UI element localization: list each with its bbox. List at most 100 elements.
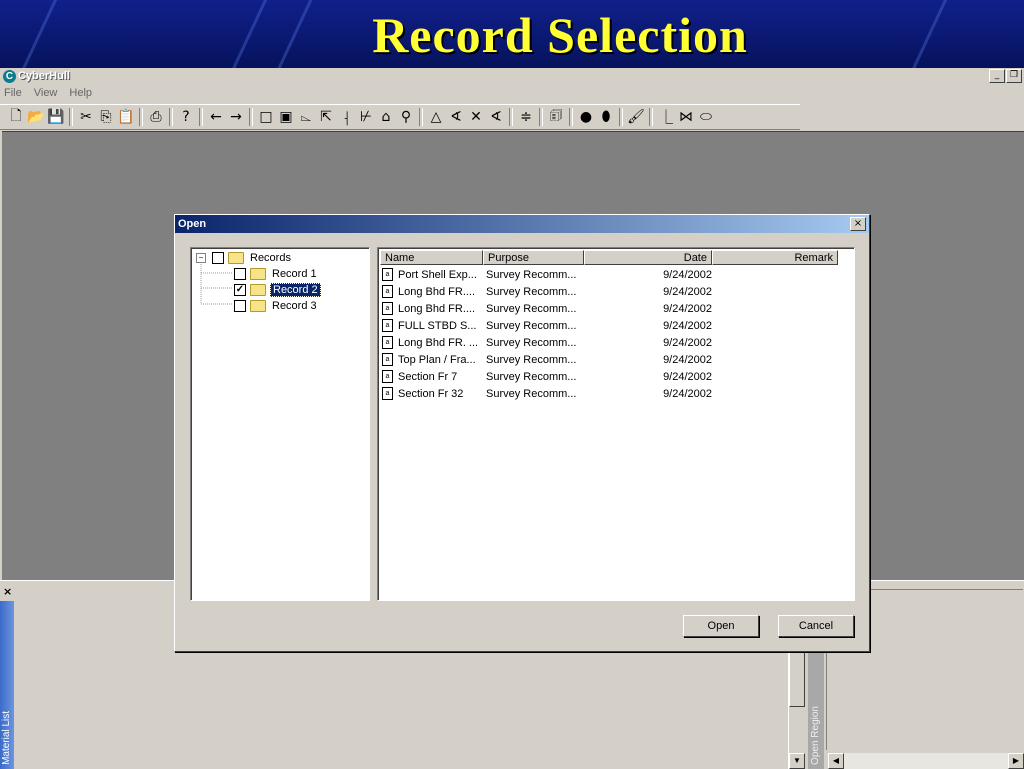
tree-item-checkbox[interactable] bbox=[234, 299, 246, 312]
dialog-titlebar: Open × bbox=[175, 215, 869, 233]
weld-icon[interactable]: ⚲ bbox=[396, 107, 416, 127]
tree-item[interactable]: Record 1 bbox=[234, 266, 319, 281]
cell-date: 9/24/2002 bbox=[663, 268, 712, 281]
tree-root-checkbox[interactable] bbox=[212, 251, 224, 264]
folder-icon bbox=[228, 251, 244, 264]
app-logo-icon: C bbox=[3, 69, 16, 83]
save-icon[interactable]: 💾 bbox=[46, 107, 66, 127]
cell-name: Top Plan / Fra... bbox=[398, 353, 476, 366]
list-row[interactable]: a Top Plan / Fra... Survey Recomm... 9/24/2… bbox=[382, 351, 712, 368]
menu-file[interactable]: File bbox=[4, 87, 22, 99]
brush-icon[interactable]: 🖌 bbox=[626, 107, 646, 127]
open-button[interactable]: Open bbox=[683, 615, 759, 637]
dot-icon[interactable]: ● bbox=[576, 107, 596, 127]
records-list: Name Purpose Date Remark a Port Shell Exp… bbox=[377, 247, 855, 601]
rectangle-icon[interactable]: □ bbox=[256, 107, 276, 127]
list-row[interactable]: a Section Fr 7 Survey Recomm... 9/24/2002 bbox=[382, 368, 712, 385]
cell-name: Section Fr 7 bbox=[398, 370, 458, 383]
folder-icon bbox=[250, 299, 266, 312]
list-row[interactable]: a Port Shell Exp... Survey Recomm... 9/24/2… bbox=[382, 266, 712, 283]
cell-date: 9/24/2002 bbox=[663, 302, 712, 315]
marker-icon[interactable]: ⸡ bbox=[336, 107, 356, 127]
cell-name: Long Bhd FR.... bbox=[398, 302, 476, 315]
scroll-down-icon[interactable]: ▼ bbox=[789, 753, 805, 769]
material-list-tab[interactable]: Material List bbox=[0, 601, 14, 769]
tree-item-checkbox[interactable] bbox=[234, 267, 246, 280]
tree-root-label: Records bbox=[250, 251, 291, 264]
list-row[interactable]: a Long Bhd FR. ... Survey Recomm... 9/24/20… bbox=[382, 334, 712, 351]
horizontal-scrollbar[interactable]: ◀ ▶ bbox=[828, 753, 1024, 769]
new-file-icon[interactable]: 🗋 bbox=[6, 107, 26, 127]
list-row[interactable]: a Long Bhd FR.... Survey Recomm... 9/24/200… bbox=[382, 283, 712, 300]
toolbar-separator bbox=[199, 108, 203, 126]
pointer-icon[interactable]: ⇱ bbox=[316, 107, 336, 127]
cancel-button[interactable]: Cancel bbox=[778, 615, 854, 637]
scroll-track[interactable] bbox=[844, 753, 1008, 769]
bullet-icon[interactable]: ⬮ bbox=[596, 107, 616, 127]
copy-icon[interactable]: ⎘ bbox=[96, 107, 116, 127]
list-row[interactable]: a Section Fr 32 Survey Recomm... 9/24/2002 bbox=[382, 385, 712, 402]
slide-background: Record Selection bbox=[0, 0, 1024, 68]
cell-purpose: Survey Recomm... bbox=[486, 353, 577, 366]
list-row[interactable]: a FULL STBD S... Survey Recomm... 9/24/2002 bbox=[382, 317, 712, 334]
document-icon: a bbox=[382, 285, 393, 298]
arrow-right-icon[interactable]: → bbox=[226, 107, 246, 127]
cell-date: 9/24/2002 bbox=[663, 387, 712, 400]
tree-item-label: Record 2 bbox=[270, 282, 321, 297]
tree-root[interactable]: − Records bbox=[196, 250, 293, 265]
paste-icon[interactable]: 📋 bbox=[116, 107, 136, 127]
column-header-name[interactable]: Name bbox=[380, 250, 483, 265]
scroll-right-icon[interactable]: ▶ bbox=[1008, 753, 1024, 769]
open-folder-icon[interactable]: 📂 bbox=[26, 107, 46, 127]
scroll-left-icon[interactable]: ◀ bbox=[828, 753, 844, 769]
ellipse-icon[interactable]: ⬭ bbox=[696, 107, 716, 127]
print-icon[interactable]: ⎙ bbox=[146, 107, 166, 127]
angle2-icon[interactable]: ∢ bbox=[486, 107, 506, 127]
tree-item[interactable]: ✓ Record 2 bbox=[234, 282, 321, 297]
tree-item[interactable]: Record 3 bbox=[234, 298, 319, 313]
toolbar-separator bbox=[539, 108, 543, 126]
open-region-tab[interactable]: Open Region bbox=[808, 653, 824, 769]
step-icon[interactable]: ⎿ bbox=[656, 107, 676, 127]
align-icon[interactable]: ≑ bbox=[516, 107, 536, 127]
cell-date: 9/24/2002 bbox=[663, 353, 712, 366]
minimize-button[interactable]: _ bbox=[989, 69, 1005, 83]
document-icon: a bbox=[382, 268, 393, 281]
help-icon[interactable]: ? bbox=[176, 107, 196, 127]
column-header-remark[interactable]: Remark bbox=[712, 250, 838, 265]
join-icon[interactable]: ⋈ bbox=[676, 107, 696, 127]
cell-name: Section Fr 32 bbox=[398, 387, 464, 400]
dialog-close-button[interactable]: × bbox=[850, 217, 866, 231]
tree-item-checkbox[interactable]: ✓ bbox=[234, 283, 246, 296]
document-icon: a bbox=[382, 353, 393, 366]
note-icon[interactable]: 🗊 bbox=[546, 107, 566, 127]
records-tree: − Records Record 1 ✓ Record 2 Record 3 bbox=[190, 247, 370, 601]
list-header: Name Purpose Date Remark bbox=[380, 250, 838, 266]
restore-button[interactable]: ❐ bbox=[1006, 69, 1022, 83]
callout-icon[interactable]: ⌳ bbox=[296, 107, 316, 127]
cross-icon[interactable]: ✕ bbox=[466, 107, 486, 127]
toolbar-separator bbox=[619, 108, 623, 126]
panel-close-icon[interactable]: × bbox=[3, 585, 12, 598]
cut-icon[interactable]: ✂ bbox=[76, 107, 96, 127]
menu-bar: File View Help bbox=[0, 84, 1024, 102]
toolbar-separator bbox=[69, 108, 73, 126]
toolbar-separator bbox=[419, 108, 423, 126]
menu-help[interactable]: Help bbox=[69, 87, 92, 99]
collapse-icon[interactable]: − bbox=[196, 252, 206, 263]
vertical-scrollbar[interactable]: ▼ bbox=[788, 641, 805, 769]
shape-icon[interactable]: ⌂ bbox=[376, 107, 396, 127]
cell-name: Long Bhd FR.... bbox=[398, 285, 476, 298]
column-header-purpose[interactable]: Purpose bbox=[483, 250, 584, 265]
list-row[interactable]: a Long Bhd FR.... Survey Recomm... 9/24/200… bbox=[382, 300, 712, 317]
column-header-date[interactable]: Date bbox=[584, 250, 712, 265]
angle-icon[interactable]: ∢ bbox=[446, 107, 466, 127]
frame-icon[interactable]: ▣ bbox=[276, 107, 296, 127]
triangle-icon[interactable]: △ bbox=[426, 107, 446, 127]
bracket-icon[interactable]: ⊬ bbox=[356, 107, 376, 127]
menu-view[interactable]: View bbox=[34, 87, 58, 99]
document-icon: a bbox=[382, 370, 393, 383]
cell-purpose: Survey Recomm... bbox=[486, 319, 577, 332]
document-icon: a bbox=[382, 319, 393, 332]
arrow-left-icon[interactable]: ← bbox=[206, 107, 226, 127]
